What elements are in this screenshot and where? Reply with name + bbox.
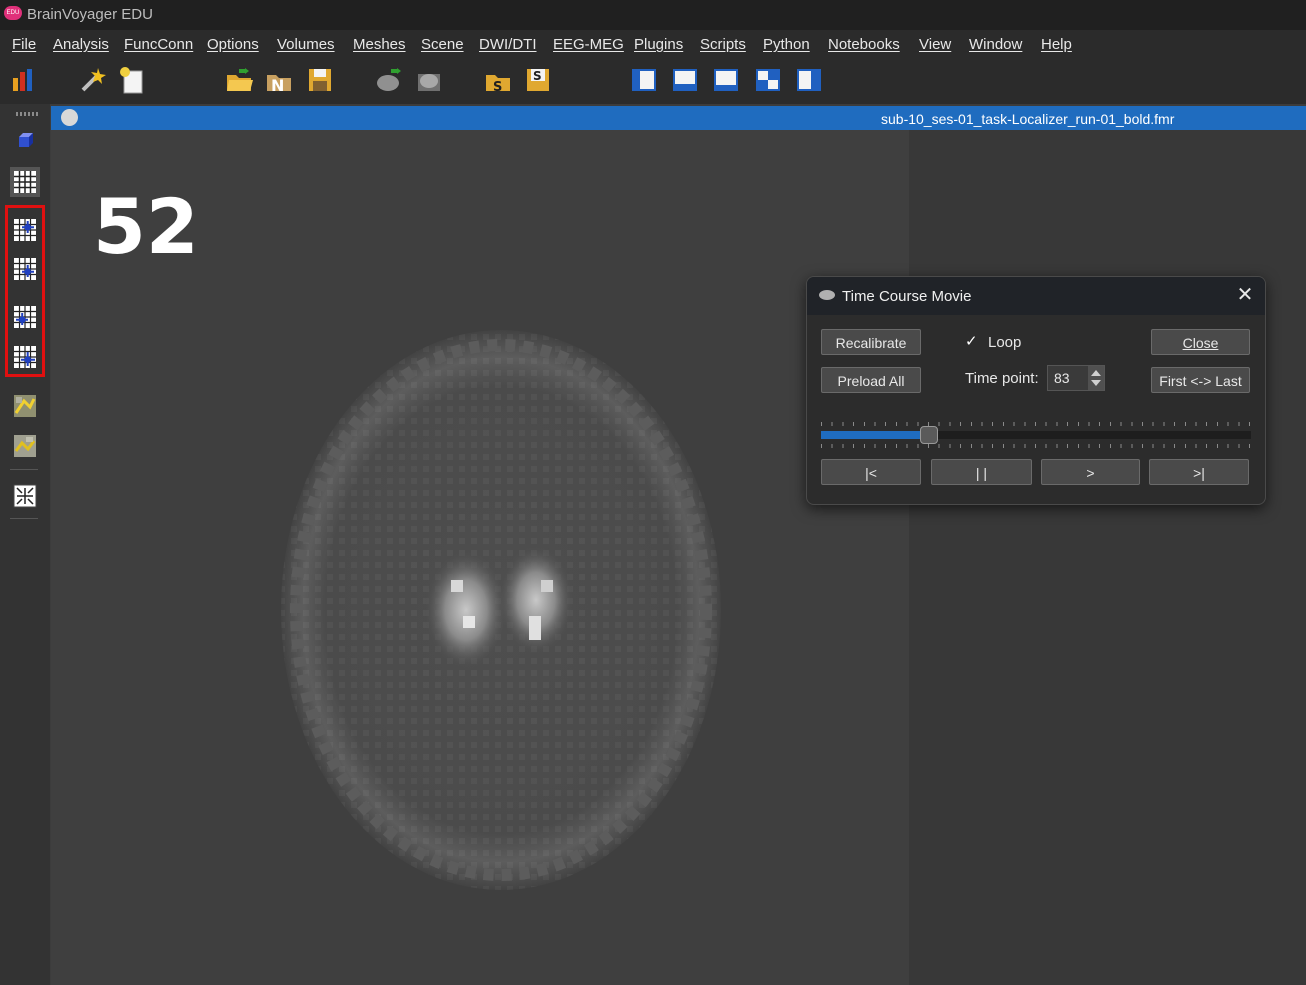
toolbar-separator <box>10 469 38 470</box>
svg-text:N: N <box>271 76 284 94</box>
menu-analysis[interactable]: Analysis <box>53 36 109 53</box>
bar-chart-icon[interactable] <box>10 66 38 94</box>
time-slider[interactable] <box>821 422 1251 448</box>
new-project-icon[interactable]: N <box>265 66 293 94</box>
open-folder-icon[interactable] <box>225 66 253 94</box>
first-last-button[interactable]: First <-> Last <box>1151 367 1250 393</box>
3d-cube-icon[interactable] <box>12 130 38 156</box>
open-script-icon[interactable]: S <box>484 66 512 94</box>
layout-right-panel-icon[interactable] <box>795 66 823 94</box>
menu-scene[interactable]: Scene <box>421 36 464 53</box>
slider-thumb[interactable] <box>920 426 938 444</box>
toolbar-grip[interactable] <box>16 112 38 116</box>
time-point-label: Time point: <box>965 370 1039 387</box>
document-filename: sub-10_ses-01_task-Localizer_run-01_bold… <box>881 111 1175 127</box>
menu-meshes[interactable]: Meshes <box>353 36 406 53</box>
app-title: BrainVoyager EDU <box>27 6 153 23</box>
menu-dwi-dti[interactable]: DWI/DTI <box>479 36 537 53</box>
loop-checkbox[interactable]: ✓ <box>965 334 981 350</box>
grid-slice-2-icon[interactable] <box>12 256 38 282</box>
pause-button[interactable]: | | <box>931 459 1032 485</box>
time-point-value[interactable]: 83 <box>1054 370 1070 386</box>
grid-slice-1-icon[interactable] <box>12 217 38 243</box>
menu-notebooks[interactable]: Notebooks <box>828 36 900 53</box>
grid-view-icon[interactable] <box>10 167 40 197</box>
preload-all-button[interactable]: Preload All <box>821 367 921 393</box>
main-toolbar: N S S <box>0 58 1306 104</box>
close-button[interactable]: Close <box>1151 329 1250 355</box>
svg-text:S: S <box>533 69 542 83</box>
menu-window[interactable]: Window <box>969 36 1022 53</box>
slice-number: 52 <box>93 182 199 271</box>
menu-view[interactable]: View <box>919 36 951 53</box>
colored-map-1-icon[interactable] <box>12 393 38 419</box>
menu-file[interactable]: File <box>12 36 36 53</box>
menu-help[interactable]: Help <box>1041 36 1072 53</box>
new-document-icon[interactable] <box>118 66 146 94</box>
svg-text:S: S <box>493 80 502 94</box>
spin-arrows[interactable] <box>1088 366 1104 390</box>
spin-up-icon[interactable] <box>1091 370 1101 376</box>
menu-funcconn[interactable]: FuncConn <box>124 36 193 53</box>
brain-document-icon <box>61 109 78 126</box>
grid-slice-3-icon[interactable] <box>12 304 38 330</box>
first-frame-button[interactable]: |< <box>821 459 921 485</box>
last-frame-button[interactable]: >| <box>1149 459 1249 485</box>
loop-label: Loop <box>988 334 1022 351</box>
menu-bar: File Analysis FuncConn Options Volumes M… <box>0 30 1306 58</box>
magic-wand-icon[interactable] <box>78 66 106 94</box>
slider-ticks-bottom <box>821 444 1251 448</box>
menu-eeg-meg[interactable]: EEG-MEG <box>553 36 624 53</box>
slider-ticks-top <box>821 422 1251 426</box>
colored-map-2-icon[interactable] <box>12 433 38 459</box>
slider-fill <box>821 431 929 439</box>
document-tab[interactable]: sub-10_ses-01_task-Localizer_run-01_bold… <box>51 106 1306 130</box>
close-icon[interactable]: ✕ <box>1233 283 1257 307</box>
app-logo: EDU <box>4 6 22 20</box>
layout-split-icon[interactable] <box>754 66 782 94</box>
save-icon[interactable] <box>306 66 334 94</box>
empty-right-pane <box>909 130 1306 985</box>
slice-viewport[interactable]: 52 <box>51 130 909 985</box>
menu-scripts[interactable]: Scripts <box>700 36 746 53</box>
brain-icon <box>819 290 835 300</box>
dialog-title: Time Course Movie <box>842 288 972 305</box>
menu-python[interactable]: Python <box>763 36 810 53</box>
expand-arrows-icon[interactable] <box>12 483 38 509</box>
menu-options[interactable]: Options <box>207 36 259 53</box>
window-title-bar: EDU BrainVoyager EDU <box>0 0 1306 30</box>
layout-top-panel-icon[interactable] <box>671 66 699 94</box>
time-course-movie-dialog: Time Course Movie ✕ Recalibrate Preload … <box>806 276 1266 505</box>
layout-bottom-panel-icon[interactable] <box>712 66 740 94</box>
time-point-spinbox[interactable]: 83 <box>1047 365 1105 391</box>
toolbar-separator <box>10 518 38 519</box>
dialog-title-bar[interactable]: Time Course Movie ✕ <box>807 277 1265 315</box>
layout-left-panel-icon[interactable] <box>630 66 658 94</box>
spin-down-icon[interactable] <box>1091 380 1101 386</box>
menu-volumes[interactable]: Volumes <box>277 36 335 53</box>
brain-volume-icon[interactable] <box>415 66 443 94</box>
play-button[interactable]: > <box>1041 459 1140 485</box>
load-brain-icon[interactable] <box>375 66 403 94</box>
menu-plugins[interactable]: Plugins <box>634 36 683 53</box>
save-script-icon[interactable]: S <box>524 66 552 94</box>
recalibrate-button[interactable]: Recalibrate <box>821 329 921 355</box>
grid-slice-4-icon[interactable] <box>12 344 38 370</box>
left-toolbar <box>0 104 50 985</box>
